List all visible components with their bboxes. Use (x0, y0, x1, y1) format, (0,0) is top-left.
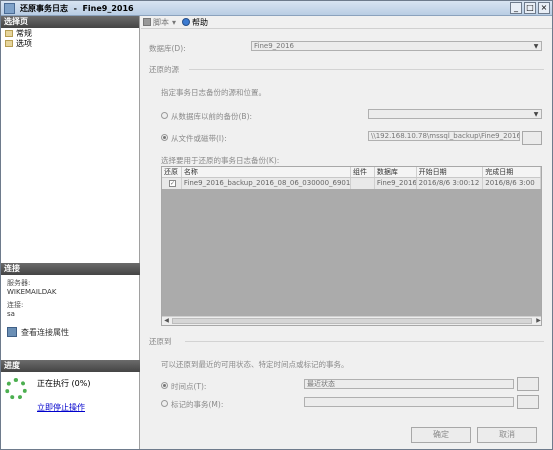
maximize-button[interactable]: □ (524, 2, 536, 14)
connection-section: 连接 服务器: WIKEMAILDAK 连接: sa 查看连接属性 (1, 263, 140, 341)
column-header[interactable]: 组件 (351, 167, 375, 177)
from-file-radio[interactable] (161, 134, 168, 141)
chevron-down-icon: ▼ (533, 111, 539, 118)
script-button[interactable]: 脚本 ▾ (143, 17, 176, 28)
source-hint: 指定事务日志备份的源和位置。 (161, 88, 266, 97)
server-label: 服务器: (7, 279, 31, 287)
point-in-time-label: 时间点(T): (171, 382, 207, 391)
toolbar: 脚本 ▾ 帮助 (141, 16, 552, 29)
marked-transaction-radio[interactable] (161, 400, 168, 407)
chevron-down-icon: ▾ (172, 17, 177, 27)
left-pane: 选择页 常规 选项 连接 服务器: WIKEMAILDAK 连接: sa 查看连… (1, 16, 140, 449)
login-value: sa (7, 310, 15, 318)
database-cell: Fine9_2016 (376, 178, 417, 189)
page-label: 选项 (16, 38, 32, 48)
help-button[interactable]: 帮助 (182, 17, 208, 28)
backup-name-cell: Fine9_2016_backup_2016_08_06_030000_6901… (183, 178, 351, 189)
backup-grid[interactable]: 还原 名称 组件 数据库 开始日期 完成日期 ✓ Fine9_2016_back… (161, 166, 542, 326)
cancel-button[interactable]: 取消 (477, 427, 537, 443)
file-path-value: \\192.168.10.78\mssql_backup\Fine9_2016_ (371, 132, 520, 140)
scroll-left-icon[interactable]: ◀ (162, 317, 171, 325)
restore-to-hint: 可以还原到最近的可用状态、特定时间点或标记的事务。 (161, 360, 349, 369)
backup-history-select[interactable]: ▼ (368, 109, 542, 119)
marked-transaction-label: 标记的事务(M): (171, 400, 224, 409)
progress-header: 进度 (1, 360, 140, 372)
divider (185, 341, 544, 342)
app-icon (4, 2, 15, 14)
finish-date-cell: 2016/8/6 3:00 (483, 178, 541, 189)
view-connection-properties-link[interactable]: 查看连接属性 (7, 327, 134, 337)
dialog-button-bar: 确定 取消 (141, 424, 552, 449)
table-row[interactable]: ✓ Fine9_2016_backup_2016_08_06_030000_69… (162, 178, 541, 189)
script-icon (143, 18, 151, 26)
restore-checkbox[interactable]: ✓ (168, 180, 176, 187)
file-path-input[interactable]: \\192.168.10.78\mssql_backup\Fine9_2016_ (368, 131, 520, 141)
divider (189, 69, 544, 70)
column-header[interactable]: 数据库 (375, 167, 417, 177)
pages-header: 选择页 (1, 16, 139, 28)
script-label: 脚本 (153, 17, 169, 27)
component-cell (351, 178, 375, 189)
database-value: Fine9_2016 (254, 42, 294, 50)
browse-button[interactable] (522, 131, 542, 145)
ok-button[interactable]: 确定 (411, 427, 471, 443)
database-label: 数据库(D): (149, 44, 186, 53)
from-history-radio[interactable] (161, 112, 168, 119)
from-history-label: 从数据库以前的备份(B): (171, 112, 253, 121)
progress-status: 正在执行 (0%) (37, 379, 91, 388)
point-in-time-browse-button[interactable] (517, 377, 539, 391)
stop-operation-link[interactable]: 立即停止操作 (37, 402, 85, 413)
grid-header: 还原 名称 组件 数据库 开始日期 完成日期 (162, 167, 541, 178)
progress-section: 进度 正在执行 (0%) 立即停止操作 (1, 360, 140, 412)
restore-source-title: 还原的源 (149, 65, 179, 74)
column-header[interactable]: 完成日期 (483, 167, 541, 177)
connection-header: 连接 (1, 263, 140, 275)
column-header[interactable]: 开始日期 (417, 167, 484, 177)
scroll-right-icon[interactable]: ▶ (534, 317, 541, 325)
from-file-label: 从文件或磁带(I): (171, 134, 227, 143)
help-label: 帮助 (192, 17, 209, 27)
column-header[interactable]: 还原 (162, 167, 182, 177)
view-props-label: 查看连接属性 (21, 327, 69, 337)
point-in-time-input[interactable]: 最近状态 (304, 379, 514, 389)
database-select[interactable]: Fine9_2016 ▼ (251, 41, 542, 51)
properties-icon (7, 327, 17, 337)
page-icon (5, 29, 13, 37)
column-header[interactable]: 名称 (182, 167, 351, 177)
restore-log-dialog: 还原事务日志 - Fine9_2016 _ □ × 选择页 常规 选项 连接 服… (0, 0, 553, 450)
chevron-down-icon: ▼ (533, 43, 539, 50)
server-value: WIKEMAILDAK (7, 288, 57, 296)
spinner-icon (5, 378, 27, 400)
backup-select-label: 选择要用于还原的事务日志备份(K): (161, 156, 280, 165)
marked-transaction-input[interactable] (304, 397, 514, 407)
help-icon (182, 18, 191, 26)
page-general[interactable]: 常规 (1, 28, 139, 38)
close-button[interactable]: × (538, 2, 550, 14)
login-label: 连接: (7, 301, 24, 309)
horizontal-scrollbar[interactable]: ◀ ▶ (162, 316, 541, 325)
point-in-time-radio[interactable] (161, 382, 168, 389)
restore-to-title: 还原到 (149, 337, 172, 346)
minimize-button[interactable]: _ (510, 2, 522, 14)
window-title: 还原事务日志 - Fine9_2016 (20, 3, 134, 13)
page-icon (5, 39, 13, 47)
point-in-time-value: 最近状态 (307, 380, 335, 388)
main-panel: 脚本 ▾ 帮助 数据库(D): Fine9_2016 ▼ 还原的源 指定事务日志… (141, 16, 552, 424)
page-options[interactable]: 选项 (1, 38, 139, 48)
marked-transaction-browse-button[interactable] (517, 395, 539, 409)
scrollbar-thumb[interactable] (172, 318, 532, 324)
title-bar: 还原事务日志 - Fine9_2016 _ □ × (1, 1, 552, 16)
start-date-cell: 2016/8/6 3:00:12 (417, 178, 484, 189)
